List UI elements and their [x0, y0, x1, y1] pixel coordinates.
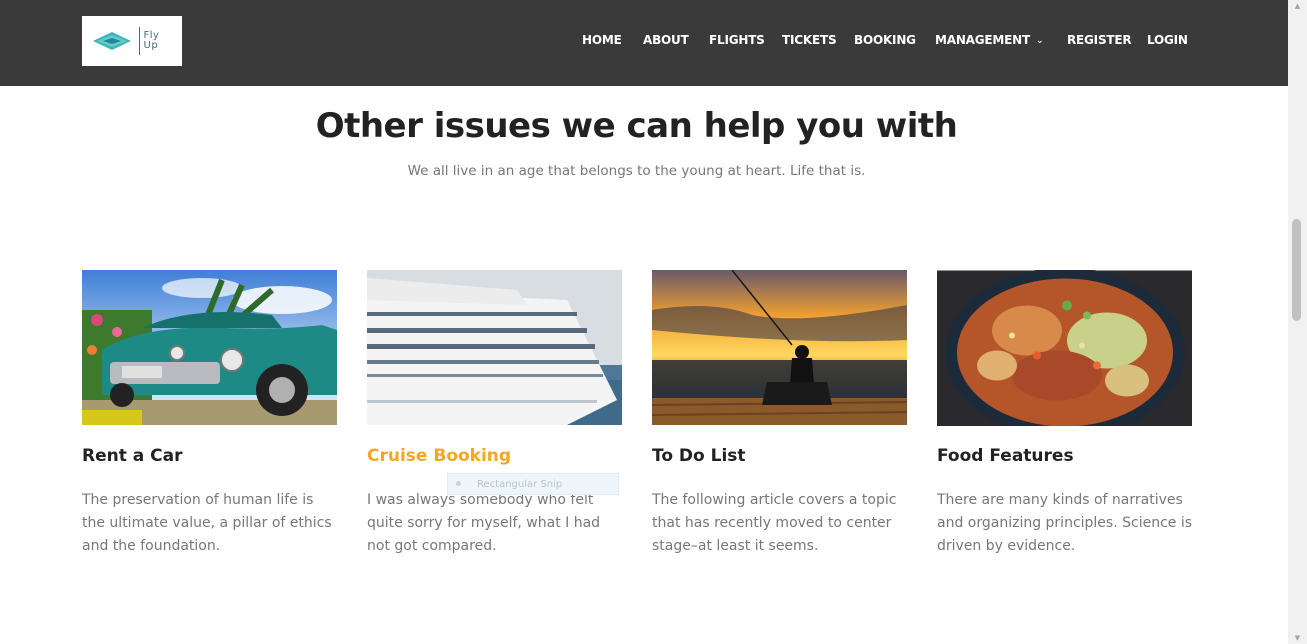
- scroll-up-arrow-icon[interactable]: ▲: [1288, 0, 1307, 12]
- nav-login[interactable]: LOGIN: [1147, 33, 1188, 47]
- section-subtitle: We all live in an age that belongs to th…: [407, 163, 866, 179]
- card-description: The preservation of human life is the ul…: [82, 492, 332, 554]
- nav-tickets[interactable]: TICKETS: [782, 33, 837, 47]
- scrollbar-thumb[interactable]: [1292, 219, 1301, 321]
- logo-diamond-icon: [92, 32, 131, 50]
- nav-management[interactable]: MANAGEMENT ⌄: [935, 33, 1044, 47]
- nav-about[interactable]: ABOUT: [643, 33, 689, 47]
- nav-register[interactable]: REGISTER: [1067, 33, 1132, 47]
- nav-management-label: MANAGEMENT: [935, 33, 1030, 47]
- nav-booking[interactable]: BOOKING: [854, 33, 916, 47]
- chevron-down-icon: ⌄: [1035, 36, 1044, 46]
- card-to-do-list: To Do List The following article covers …: [652, 270, 907, 554]
- card-description: There are many kinds of narratives and o…: [937, 492, 1193, 554]
- logo-text: Fly Up: [143, 30, 160, 51]
- logo-divider: [138, 27, 140, 55]
- nav-home[interactable]: HOME: [582, 33, 622, 47]
- vertical-scrollbar[interactable]: ▲ ▼: [1288, 0, 1307, 644]
- card-title[interactable]: To Do List: [652, 446, 746, 466]
- vintage-car-image[interactable]: [82, 270, 337, 425]
- card-rent-a-car: Rent a Car The preservation of human lif…: [82, 270, 337, 554]
- card-title[interactable]: Rent a Car: [82, 446, 183, 466]
- nav-flights[interactable]: FLIGHTS: [709, 33, 765, 47]
- page: Fly Up HOME ABOUT FLIGHTS TICKETS BOOKIN…: [0, 0, 1288, 644]
- site-header: Fly Up HOME ABOUT FLIGHTS TICKETS BOOKIN…: [0, 0, 1288, 86]
- fly-up-logo[interactable]: Fly Up: [82, 16, 182, 66]
- card-description: I was always somebody who felt quite sor…: [367, 492, 601, 554]
- food-bowl-image[interactable]: [937, 270, 1192, 426]
- section-title: Other issues we can help you with: [315, 106, 958, 146]
- scroll-down-arrow-icon[interactable]: ▼: [1288, 632, 1307, 644]
- cruise-ship-image[interactable]: [367, 270, 622, 425]
- rectangular-snip-overlay: Rectangular Snip: [447, 473, 619, 495]
- card-cruise-booking: Cruise Booking I was always somebody who…: [367, 270, 622, 554]
- card-title[interactable]: Food Features: [937, 446, 1074, 466]
- snip-dot-icon: [456, 481, 461, 486]
- snip-label: Rectangular Snip: [477, 479, 563, 490]
- fishing-sunset-image[interactable]: [652, 270, 907, 425]
- card-description: The following article covers a topic tha…: [652, 492, 897, 554]
- card-title[interactable]: Cruise Booking: [367, 446, 511, 466]
- card-food-features: Food Features There are many kinds of na…: [937, 270, 1192, 554]
